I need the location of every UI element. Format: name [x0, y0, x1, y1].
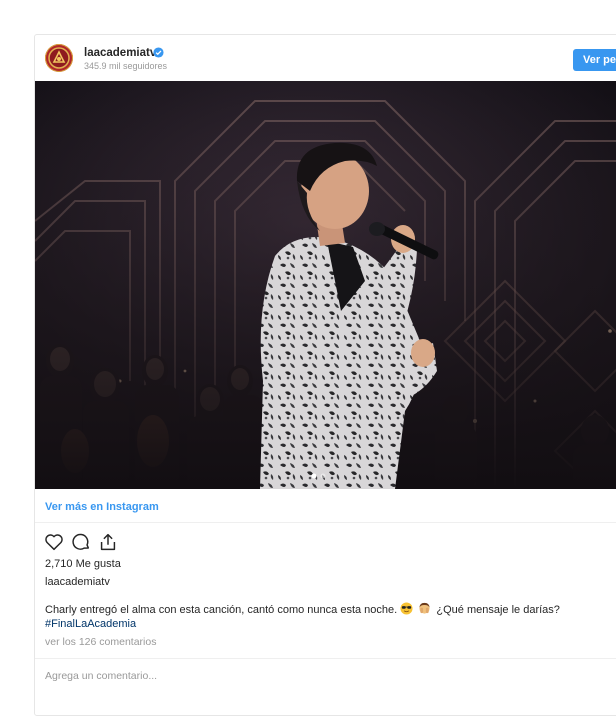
heart-icon[interactable] — [43, 531, 65, 553]
caption-text: Charly entregó el alma con esta canción,… — [45, 604, 398, 616]
instagram-embed: laacademiatv 345.9 mil seguidores Ver pe — [34, 34, 616, 716]
verified-badge-icon — [153, 47, 164, 58]
post-header: laacademiatv 345.9 mil seguidores Ver pe — [35, 35, 616, 81]
divider — [35, 658, 616, 659]
academia-logo — [48, 47, 70, 69]
post-owner[interactable]: laacademiatv — [45, 576, 110, 588]
username[interactable]: laacademiatv — [84, 47, 156, 59]
add-comment-field[interactable]: Agrega un comentario... — [45, 670, 157, 682]
view-profile-button[interactable]: Ver pe — [573, 49, 616, 71]
face-palm-emoji-icon — [419, 602, 430, 614]
view-comments-link[interactable]: ver los 126 comentarios — [45, 636, 156, 648]
divider — [35, 522, 616, 523]
share-icon[interactable] — [97, 531, 119, 553]
comment-icon[interactable] — [70, 531, 92, 553]
view-more-on-instagram-link[interactable]: Ver más en Instagram — [45, 501, 159, 513]
avatar[interactable] — [45, 44, 73, 72]
follower-count: 345.9 mil seguidores — [84, 61, 168, 71]
post-photo[interactable] — [35, 81, 616, 489]
sunglasses-emoji-icon — [400, 602, 413, 615]
hashtag-link[interactable]: #FinalLaAcademia — [45, 618, 136, 630]
caption-question: ¿Qué mensaje le darías? — [436, 604, 560, 616]
like-count[interactable]: 2,710 Me gusta — [45, 558, 121, 570]
post-caption: Charly entregó el alma con esta canción,… — [45, 602, 560, 616]
